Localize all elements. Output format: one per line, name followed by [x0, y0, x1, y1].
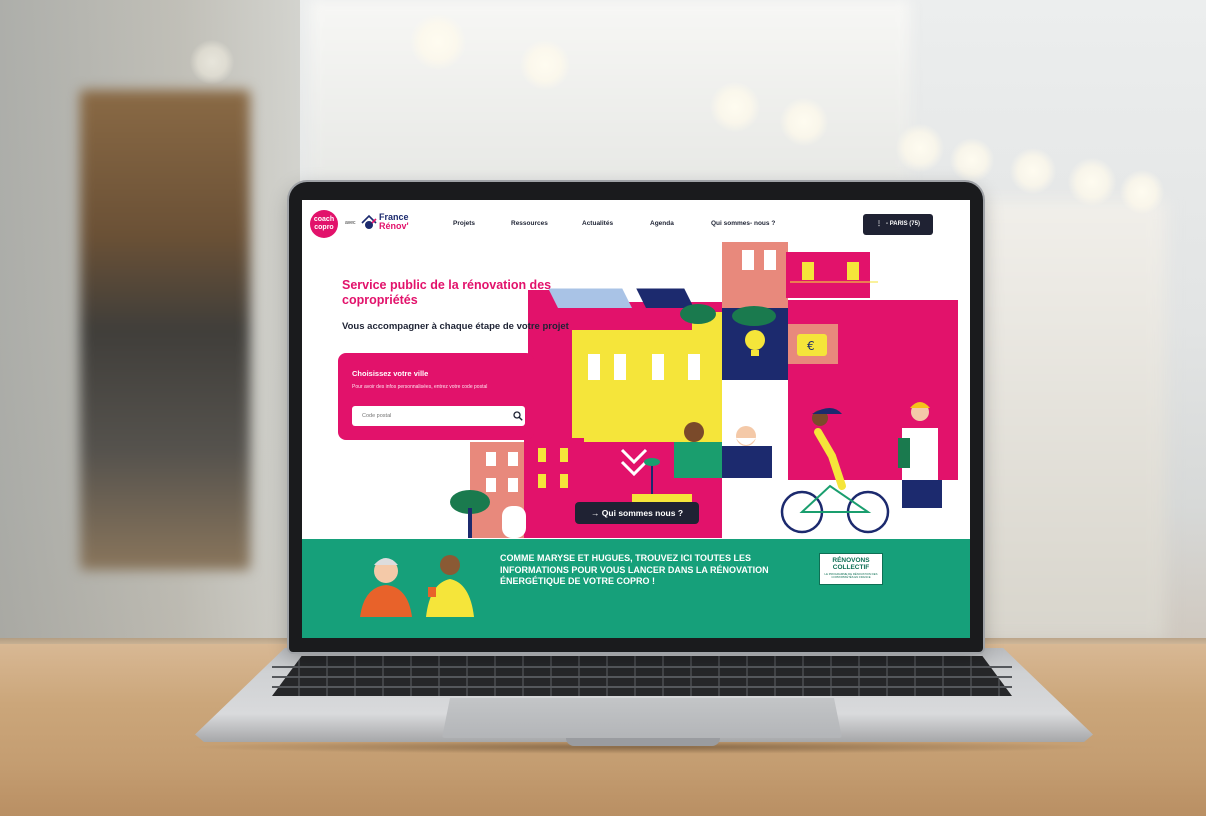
city-select-button[interactable]: ⋮ - PARIS (75) — [863, 214, 933, 235]
hero-section: € Service public de la rénovation des co… — [302, 242, 970, 539]
qui-sommes-nous-button[interactable]: → Qui sommes nous ? — [575, 502, 699, 524]
location-pin-icon: ⋮ — [876, 221, 883, 227]
badge-subtitle: LE PROGRAMME DE RÉNOVATION DES COPROPRIÉ… — [824, 572, 878, 580]
bokeh-light — [710, 82, 760, 132]
postal-code-input[interactable] — [352, 406, 525, 426]
bokeh-light — [1068, 158, 1116, 206]
svg-text:€: € — [807, 339, 815, 353]
bokeh-light — [780, 98, 828, 146]
france-renov-logo[interactable]: France Rénov' — [379, 213, 409, 231]
keyboard-row — [272, 676, 1012, 678]
city-card-text: Pour avoir des infos personnalisées, ent… — [352, 384, 488, 390]
coach-copro-logo[interactable]: coach copro — [310, 210, 338, 238]
banner-text: COMME MARYSE ET HUGUES, TROUVEZ ICI TOUT… — [500, 553, 769, 586]
bokeh-light — [520, 40, 570, 90]
keyboard-row — [272, 666, 1012, 668]
city-search-card: Choisissez votre ville Pour avoir des in… — [338, 353, 534, 440]
laptop-notch — [566, 738, 720, 746]
nav-agenda[interactable]: Agenda — [650, 220, 674, 227]
badge-title: RÉNOVONS COLLECTIF — [832, 557, 870, 571]
city-button-label: - PARIS (75) — [886, 221, 920, 227]
nav-ressources[interactable]: Ressources — [511, 220, 548, 227]
background-door — [80, 90, 250, 570]
nav-projets[interactable]: Projets — [453, 220, 475, 227]
france-renov-renov: Rénov' — [379, 221, 409, 231]
hero-subtitle: Vous accompagner à chaque étape de votre… — [342, 321, 569, 332]
bokeh-light — [190, 40, 234, 84]
avec-label: avec — [345, 220, 356, 226]
promo-banner: COMME MARYSE ET HUGUES, TROUVEZ ICI TOUT… — [302, 539, 970, 638]
france-renov-house-icon — [361, 214, 377, 229]
laptop-trackpad — [442, 698, 842, 738]
bokeh-light — [896, 124, 944, 172]
renovons-collectif-badge[interactable]: RÉNOVONS COLLECTIF LE PROGRAMME DE RÉNOV… — [819, 553, 883, 585]
bokeh-light — [1120, 170, 1164, 214]
bokeh-light — [1010, 148, 1056, 194]
city-card-title: Choisissez votre ville — [352, 369, 429, 378]
site-header: coach copro avec France Rénov' Projets R… — [302, 200, 970, 242]
hero-title: Service public de la rénovation des copr… — [342, 278, 552, 307]
maryse-hugues-illustration — [360, 555, 474, 617]
nav-actualites[interactable]: Actualités — [582, 220, 613, 227]
bokeh-light — [950, 138, 994, 182]
keyboard-row — [272, 686, 1012, 688]
nav-qui-sommes-nous[interactable]: Qui sommes- nous ? — [711, 220, 775, 227]
laptop-screen: coach copro avec France Rénov' Projets R… — [302, 200, 970, 638]
search-icon[interactable] — [513, 411, 523, 421]
bokeh-light — [410, 14, 466, 70]
background-window — [310, 0, 910, 180]
